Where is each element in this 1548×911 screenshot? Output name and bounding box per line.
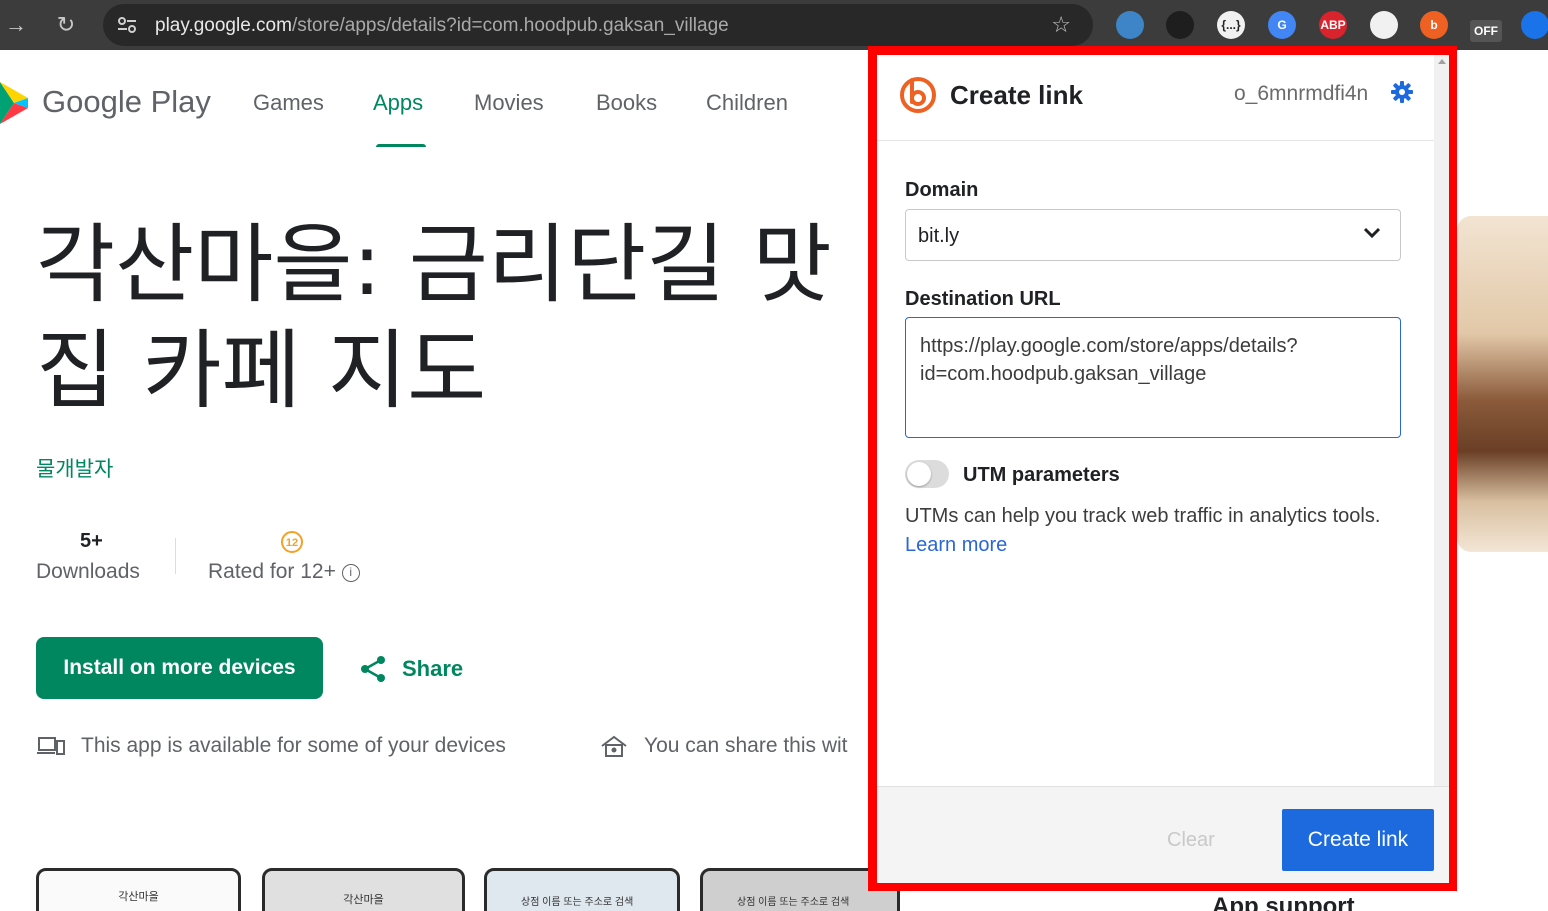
- info-icon[interactable]: i: [341, 564, 360, 582]
- devices-icon: [37, 737, 65, 755]
- family-home-icon: [601, 735, 627, 757]
- screenshot-header: 각산마을: [118, 891, 159, 903]
- rating-label[interactable]: Rated for 12+ i: [208, 560, 360, 584]
- bitly-popup: Create link o_6mnrmdfi4n Domain bit.ly D…: [868, 46, 1457, 891]
- domain-value: bit.ly: [918, 225, 960, 247]
- nav-apps[interactable]: Apps: [373, 90, 423, 116]
- browser-toolbar: → ↻ play.google.com/store/apps/details?i…: [0, 0, 1548, 50]
- forward-icon[interactable]: →: [0, 9, 32, 41]
- bookmark-star-icon[interactable]: ☆: [1051, 12, 1071, 38]
- tab-manager-icon[interactable]: [1370, 11, 1398, 39]
- app-support-heading[interactable]: App support: [1212, 893, 1355, 911]
- google-play-logo-icon: [0, 82, 28, 124]
- downloads-label: Downloads: [36, 560, 140, 583]
- install-button[interactable]: Install on more devices: [36, 637, 323, 699]
- popup-title: Create link: [950, 80, 1083, 110]
- family-share-note: You can share this wit: [600, 734, 848, 758]
- nav-books[interactable]: Books: [596, 90, 657, 116]
- speed-dial-icon[interactable]: [1116, 11, 1144, 39]
- toggle-knob: [907, 462, 931, 486]
- google-translate-icon[interactable]: G: [1268, 11, 1296, 39]
- adblock-plus-icon[interactable]: ABP: [1319, 11, 1347, 39]
- popup-header: Create link o_6mnrmdfi4n: [877, 55, 1434, 141]
- active-tab-indicator: [376, 144, 426, 147]
- app-feature-image: [1457, 216, 1548, 552]
- url-text: play.google.com/store/apps/details?id=co…: [155, 15, 729, 36]
- json-viewer-icon[interactable]: {...}: [1217, 11, 1245, 39]
- create-link-button[interactable]: Create link: [1282, 809, 1434, 871]
- bitly-logo-icon: [900, 77, 936, 113]
- stat-divider: [175, 538, 176, 574]
- site-info-icon[interactable]: [115, 13, 139, 37]
- learn-more-link[interactable]: Learn more: [905, 534, 1007, 556]
- screenshot-1[interactable]: 각산마을: [36, 868, 241, 911]
- screenshot-3[interactable]: 상점 이름 또는 주소로 검색: [484, 868, 680, 911]
- destination-url-input[interactable]: [905, 317, 1401, 438]
- blue-globe-icon[interactable]: [1521, 11, 1548, 39]
- gear-icon[interactable]: [1390, 80, 1414, 104]
- bear-paw-icon[interactable]: [1166, 11, 1194, 39]
- clear-button[interactable]: Clear: [1167, 829, 1215, 852]
- screenshot-header: 각산마을: [343, 894, 384, 906]
- account-name: o_6mnrmdfi4n: [1234, 82, 1369, 105]
- svg-text:12: 12: [286, 537, 298, 549]
- devices-availability: This app is available for some of your d…: [37, 734, 506, 758]
- developer-link[interactable]: 물개발자: [36, 453, 113, 483]
- off-toggle-icon[interactable]: OFF: [1470, 20, 1502, 42]
- age-rating-badge-icon: 12: [281, 531, 303, 553]
- nav-children[interactable]: Children: [706, 90, 788, 116]
- screenshot-2[interactable]: 각산마을: [262, 868, 465, 911]
- popup-footer: Clear Create link: [877, 786, 1449, 883]
- screenshot-header: 상점 이름 또는 주소로 검색: [521, 897, 634, 908]
- share-icon: [361, 656, 385, 682]
- address-bar[interactable]: play.google.com/store/apps/details?id=co…: [103, 4, 1093, 46]
- google-play-brand[interactable]: Google Play: [42, 84, 211, 120]
- scroll-up-arrow-icon[interactable]: [1438, 59, 1446, 64]
- domain-label: Domain: [905, 179, 979, 201]
- downloads-count: 5+: [80, 530, 103, 552]
- app-title: 각산마을: 금리단길 맛집 카페 지도: [36, 215, 832, 421]
- utm-description: UTMs can help you track web traffic in a…: [905, 505, 1381, 556]
- share-button[interactable]: Share: [358, 650, 463, 688]
- popup-scrollbar[interactable]: [1434, 55, 1449, 786]
- reload-icon[interactable]: ↻: [50, 9, 82, 41]
- chevron-down-icon: [1363, 227, 1381, 239]
- utm-toggle[interactable]: [905, 460, 949, 488]
- destination-url-label: Destination URL: [905, 288, 1061, 310]
- nav-games[interactable]: Games: [253, 90, 324, 116]
- utm-label: UTM parameters: [963, 464, 1120, 486]
- bitly-extension-icon[interactable]: b: [1420, 11, 1448, 39]
- nav-movies[interactable]: Movies: [474, 90, 544, 116]
- domain-select[interactable]: bit.ly: [905, 209, 1401, 261]
